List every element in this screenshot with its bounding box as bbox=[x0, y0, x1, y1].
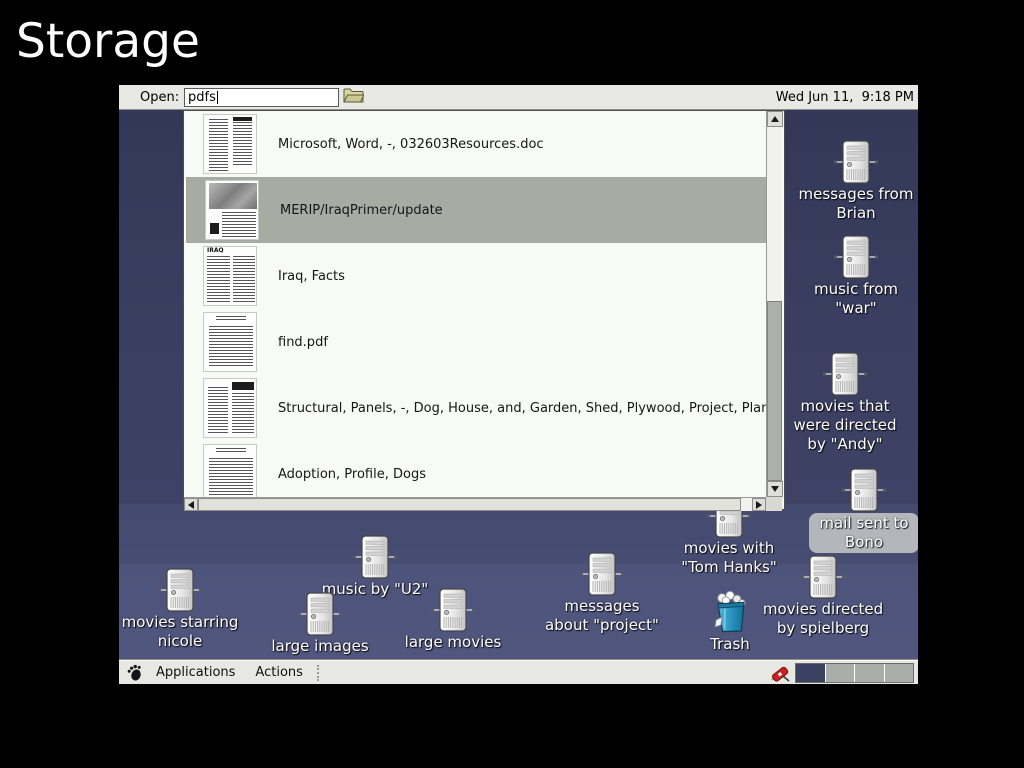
vertical-scrollbar-thumb[interactable] bbox=[767, 301, 782, 481]
open-folder-button[interactable] bbox=[342, 87, 364, 107]
result-row[interactable]: Structural, Panels, -, Dog, House, and, … bbox=[184, 375, 766, 441]
scroll-down-button[interactable] bbox=[767, 481, 783, 497]
open-input-value: pdfs bbox=[188, 90, 216, 105]
workspace-1[interactable] bbox=[796, 664, 826, 682]
desktop-icon-movies-directed-by-spielberg[interactable]: movies directedby spielberg bbox=[748, 555, 898, 638]
desktop-icon-label: messages fromBrian bbox=[799, 185, 914, 223]
desktop-icon-label: messagesabout "project" bbox=[545, 597, 659, 635]
storage-device-icon bbox=[298, 592, 342, 636]
menu-applications[interactable]: Applications bbox=[146, 665, 245, 680]
file-thumbnail bbox=[203, 114, 257, 174]
arrow-right-icon bbox=[756, 501, 762, 509]
result-row[interactable]: MERIP/IraqPrimer/update bbox=[184, 177, 766, 243]
search-results-dropdown: Microsoft, Word, -, 032603Resources.doc M… bbox=[183, 110, 785, 510]
result-row[interactable]: Microsoft, Word, -, 032603Resources.doc bbox=[184, 111, 766, 177]
file-thumbnail bbox=[203, 312, 257, 372]
result-file-name: Iraq, Facts bbox=[278, 269, 345, 284]
desktop-icon-label: Trash bbox=[710, 635, 750, 654]
vertical-scrollbar[interactable] bbox=[766, 111, 782, 497]
desktop-icon-large-images[interactable]: large images bbox=[245, 592, 395, 656]
text-caret bbox=[217, 91, 218, 104]
workspace-4[interactable] bbox=[885, 664, 914, 682]
result-file-name: Structural, Panels, -, Dog, House, and, … bbox=[278, 401, 766, 416]
desktop-icon-label: large images bbox=[271, 637, 368, 656]
horizontal-scrollbar[interactable] bbox=[184, 497, 766, 511]
panel-clock: Wed Jun 11, 9:18 PM bbox=[776, 90, 914, 105]
result-row[interactable]: Adoption, Profile, Dogs bbox=[184, 441, 766, 497]
scrollbar-corner bbox=[766, 497, 782, 511]
file-thumbnail bbox=[203, 444, 257, 497]
page-title: Storage bbox=[16, 14, 200, 69]
arrow-left-icon bbox=[188, 501, 194, 509]
desktop-icon-mail-sent-to-bono[interactable]: mail sent toBono bbox=[789, 468, 918, 553]
workspace-2[interactable] bbox=[826, 664, 856, 682]
open-input[interactable]: pdfs bbox=[184, 88, 339, 107]
open-bar: Open: pdfs Wed Jun 11, 9:18 PM bbox=[119, 85, 918, 110]
file-thumbnail bbox=[203, 378, 257, 438]
result-file-name: find.pdf bbox=[278, 335, 328, 350]
arrow-down-icon bbox=[771, 486, 779, 492]
result-file-name: Adoption, Profile, Dogs bbox=[278, 467, 426, 482]
scroll-left-button[interactable] bbox=[184, 498, 198, 511]
results-list: Microsoft, Word, -, 032603Resources.doc M… bbox=[184, 111, 766, 497]
desktop-icon-label: movies starringnicole bbox=[122, 613, 239, 651]
trash-icon bbox=[708, 590, 752, 634]
desktop-icon-label: music from"war" bbox=[814, 280, 898, 318]
storage-device-icon bbox=[834, 140, 878, 184]
desktop: Open: pdfs Wed Jun 11, 9:18 PM Microsoft… bbox=[119, 85, 918, 684]
storage-device-icon bbox=[580, 552, 624, 596]
scroll-up-button[interactable] bbox=[767, 111, 783, 127]
file-thumbnail bbox=[205, 180, 259, 240]
desktop-icon-label: mail sent toBono bbox=[809, 513, 918, 553]
storage-device-icon bbox=[842, 468, 886, 512]
open-field-label: Open: bbox=[140, 90, 179, 105]
desktop-icon-movies-directed-by-andy[interactable]: movies thatwere directedby "Andy" bbox=[770, 352, 918, 454]
storage-device-icon bbox=[823, 352, 867, 396]
menu-actions[interactable]: Actions bbox=[245, 665, 313, 680]
workspace-switcher[interactable] bbox=[795, 663, 914, 683]
result-row[interactable]: find.pdf bbox=[184, 309, 766, 375]
arrow-up-icon bbox=[771, 116, 779, 122]
horizontal-scrollbar-thumb[interactable] bbox=[198, 498, 741, 511]
workspace-3[interactable] bbox=[855, 664, 885, 682]
desktop-icon-label: movies thatwere directedby "Andy" bbox=[794, 397, 897, 454]
result-row[interactable]: IRAQ Iraq, Facts bbox=[184, 243, 766, 309]
result-file-name: MERIP/IraqPrimer/update bbox=[280, 203, 443, 218]
scroll-right-button[interactable] bbox=[752, 498, 766, 511]
knife-applet-icon[interactable] bbox=[769, 663, 791, 683]
desktop-icon-messages-from-brian[interactable]: messages fromBrian bbox=[781, 140, 918, 223]
folder-icon bbox=[343, 92, 364, 107]
gnome-foot-icon[interactable] bbox=[126, 664, 144, 682]
bottom-panel: Applications Actions bbox=[119, 660, 918, 684]
storage-device-icon bbox=[801, 555, 845, 599]
panel-drag-handle[interactable] bbox=[317, 665, 321, 681]
desktop-icon-movies-starring-nicole[interactable]: movies starringnicole bbox=[119, 568, 255, 651]
desktop-icon-label: movies directedby spielberg bbox=[763, 600, 883, 638]
storage-device-icon bbox=[431, 588, 475, 632]
desktop-icon-large-movies[interactable]: large movies bbox=[378, 588, 528, 652]
storage-device-icon bbox=[158, 568, 202, 612]
file-thumbnail: IRAQ bbox=[203, 246, 257, 306]
desktop-icon-label: large movies bbox=[405, 633, 502, 652]
result-file-name: Microsoft, Word, -, 032603Resources.doc bbox=[278, 137, 544, 152]
storage-device-icon bbox=[834, 235, 878, 279]
desktop-icon-music-from-war[interactable]: music from"war" bbox=[781, 235, 918, 318]
storage-device-icon bbox=[353, 535, 397, 579]
